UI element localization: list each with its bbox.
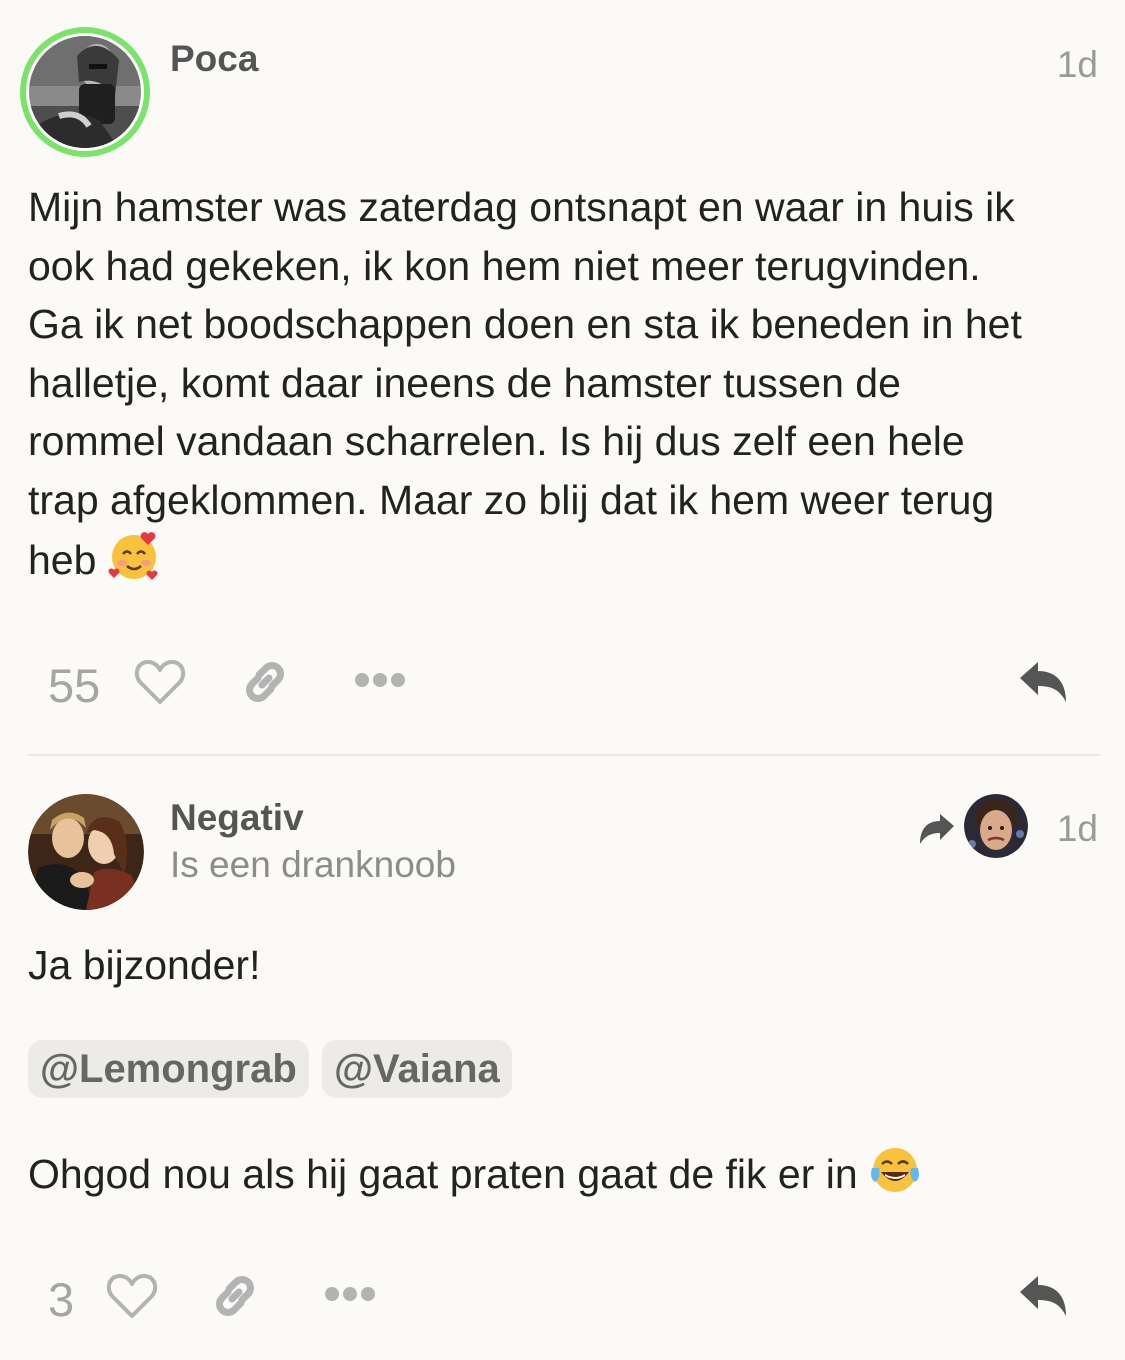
post-actions: 3 bbox=[0, 1264, 1125, 1334]
avatar-negativ[interactable] bbox=[28, 794, 144, 910]
post-negativ: Negativ Is een dranknoob 1d Ja bijzonder… bbox=[0, 756, 1125, 1360]
smiling-face-with-hearts-icon bbox=[108, 531, 158, 580]
post-date[interactable]: 1d bbox=[1057, 44, 1098, 86]
user-title: Is een dranknoob bbox=[170, 844, 456, 885]
face-with-tears-of-joy-icon bbox=[871, 1148, 920, 1192]
reply-to-arrow-icon[interactable] bbox=[918, 812, 958, 846]
mention-vaiana[interactable]: @Vaiana bbox=[322, 1040, 512, 1098]
post-date[interactable]: 1d bbox=[1057, 808, 1098, 850]
reply-icon[interactable] bbox=[1016, 658, 1070, 706]
reply-to-avatar-photo bbox=[964, 794, 1028, 858]
body-line: trap afgeklommen. Maar zo blij dat ik he… bbox=[28, 476, 995, 523]
body-line: heb bbox=[28, 536, 97, 583]
username-poca[interactable]: Poca bbox=[170, 38, 258, 80]
post-actions: 55 bbox=[0, 650, 1125, 720]
avatar-poca-photo bbox=[29, 36, 141, 148]
username-negativ[interactable]: Negativ bbox=[170, 797, 304, 839]
reply-icon[interactable] bbox=[1016, 1272, 1070, 1320]
heart-icon[interactable] bbox=[134, 658, 186, 706]
closing-text: Ohgod nou als hij gaat praten gaat de fi… bbox=[28, 1151, 858, 1197]
avatar-negativ-photo bbox=[28, 794, 144, 910]
body-last-line: heb bbox=[28, 530, 1103, 590]
post-body: Mijn hamster was zaterdag ontsnapt en wa… bbox=[28, 178, 1103, 589]
body-line: ook had gekeken, ik kon hem niet meer te… bbox=[28, 242, 981, 289]
body-line: halletje, komt daar ineens de hamster tu… bbox=[28, 359, 901, 406]
reply-text: Ja bijzonder! bbox=[28, 942, 261, 988]
body-line: Mijn hamster was zaterdag ontsnapt en wa… bbox=[28, 184, 1015, 230]
post-poca: Poca 1d Mijn hamster was zaterdag ontsna… bbox=[0, 0, 1125, 755]
body-line: rommel vandaan scharrelen. Is hij dus ze… bbox=[28, 418, 965, 465]
like-count[interactable]: 55 bbox=[48, 658, 100, 713]
closing-text-row: Ohgod nou als hij gaat praten gaat de fi… bbox=[28, 1144, 1103, 1204]
more-options-icon[interactable] bbox=[324, 1286, 376, 1302]
heart-icon[interactable] bbox=[106, 1272, 158, 1320]
body-line: Ga ik net boodschappen doen en sta ik be… bbox=[28, 301, 1022, 348]
mention-lemongrab[interactable]: @Lemongrab bbox=[28, 1040, 309, 1098]
avatar-poca[interactable] bbox=[20, 27, 150, 157]
reply-to-avatar[interactable] bbox=[964, 794, 1028, 858]
like-count[interactable]: 3 bbox=[48, 1272, 74, 1327]
link-icon[interactable] bbox=[238, 655, 292, 709]
more-options-icon[interactable] bbox=[354, 672, 406, 688]
link-icon[interactable] bbox=[208, 1269, 262, 1323]
